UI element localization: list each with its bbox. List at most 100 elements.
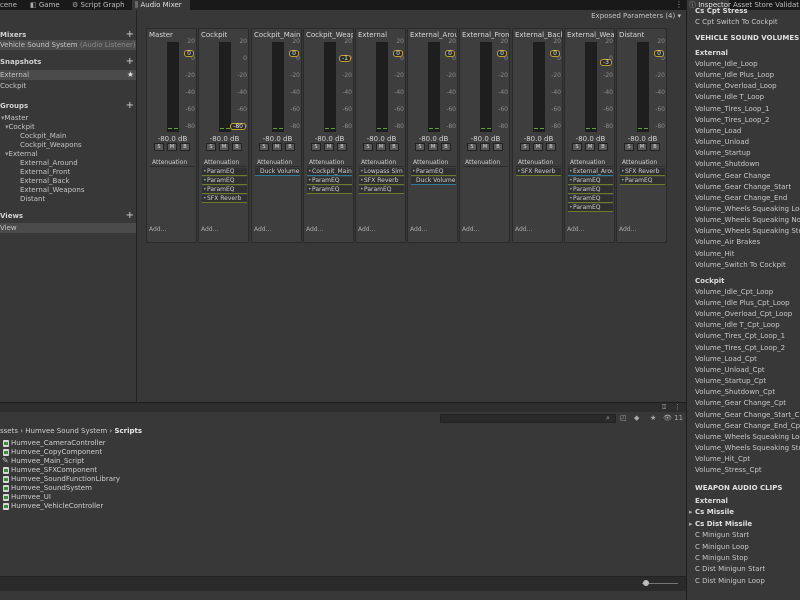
volume-field[interactable]: Volume_Gear Change — [695, 171, 770, 182]
mute-button[interactable]: M — [376, 143, 386, 151]
effect-slot[interactable]: Attenuation — [568, 159, 613, 167]
volume-fader[interactable]: 0 — [550, 50, 560, 57]
add-effect-button[interactable]: Add... — [410, 226, 427, 233]
tab-game[interactable]: ◧ Game — [30, 0, 66, 10]
add-effect-button[interactable]: Add... — [358, 226, 375, 233]
file-item[interactable]: Humvee_CopyComponent — [3, 448, 102, 457]
bypass-button[interactable]: B — [232, 143, 242, 151]
bypass-button[interactable]: B — [337, 143, 347, 151]
effect-slot[interactable]: Attenuation — [411, 159, 456, 167]
mute-button[interactable]: M — [637, 143, 647, 151]
volume-field[interactable]: Volume_Switch To Cockpit — [695, 260, 786, 271]
volume-field[interactable]: Volume_Gear Change_Cpt — [695, 398, 786, 409]
add-effect-button[interactable]: Add... — [515, 226, 532, 233]
tab-scene[interactable]: cene — [0, 0, 26, 10]
tab-audio-mixer[interactable]: ⫼ Audio Mixer — [132, 0, 190, 10]
audio-clip-field[interactable]: C Cpt Switch To Cockpit — [695, 17, 778, 28]
volume-fader[interactable]: 0 — [654, 50, 664, 57]
effect-slot[interactable]: SFX Reverb — [516, 168, 561, 176]
add-effect-button[interactable]: Add... — [462, 226, 479, 233]
foldout-item[interactable]: ▸ Cs Missile — [689, 507, 734, 518]
favorite-star-icon[interactable]: ★ — [650, 414, 656, 422]
add-snapshot-icon[interactable]: + — [126, 57, 134, 67]
effect-slot[interactable]: External_Arou — [568, 168, 613, 176]
effect-slot[interactable]: Lowpass Sim — [359, 168, 404, 176]
effect-slot[interactable]: SFX Reverb — [620, 168, 665, 176]
effect-slot[interactable]: Attenuation — [202, 159, 247, 167]
volume-field[interactable]: Volume_Wheels Squeaking Loop_C — [695, 432, 800, 443]
breadcrumb-item[interactable]: Humvee Sound System — [25, 427, 107, 435]
solo-button[interactable]: S — [154, 143, 164, 151]
add-effect-button[interactable]: Add... — [619, 226, 636, 233]
effect-slot[interactable]: ParamEQ — [307, 186, 352, 194]
file-item[interactable]: Humvee_VehicleController — [3, 502, 103, 511]
bypass-button[interactable]: B — [180, 143, 190, 151]
file-item[interactable]: Humvee_CameraController — [3, 439, 106, 448]
volume-field[interactable]: Volume_Gear Change_Start — [695, 182, 791, 193]
foldout-item[interactable]: ▸ Cs Dist Missile — [689, 519, 752, 530]
mixer-item[interactable]: Vehicle Sound System (Audio Listener) - … — [0, 40, 136, 50]
effect-slot[interactable]: ParamEQ — [568, 204, 613, 212]
effect-slot[interactable]: SFX Reverb — [202, 195, 247, 203]
project-search-input[interactable] — [440, 414, 616, 423]
effect-slot[interactable]: Attenuation — [255, 159, 300, 167]
view-item[interactable]: View — [0, 223, 136, 233]
effect-slot[interactable]: ParamEQ — [411, 168, 456, 176]
mute-button[interactable]: M — [219, 143, 229, 151]
mute-button[interactable]: M — [272, 143, 282, 151]
zoom-slider-handle[interactable] — [643, 580, 649, 586]
effect-slot[interactable]: Duck Volume — [411, 177, 456, 185]
effect-slot[interactable]: Cockpit_Main — [307, 168, 352, 176]
volume-field[interactable]: Volume_Idle T_Loop — [695, 92, 764, 103]
volume-fader[interactable]: -3 — [600, 59, 612, 66]
add-mixer-icon[interactable]: + — [126, 30, 134, 40]
file-item[interactable]: Humvee_SoundFunctionLibrary — [3, 475, 120, 484]
volume-field[interactable]: Volume_Gear Change_Start_Cpt — [695, 410, 800, 421]
effect-slot[interactable]: ParamEQ — [202, 168, 247, 176]
volume-field[interactable]: Volume_Tires_Loop_2 — [695, 115, 769, 126]
volume-field[interactable]: Volume_Wheels Squeaking Stop — [695, 226, 800, 237]
foldout-arrow-icon[interactable]: ▸ — [689, 519, 693, 530]
effect-slot[interactable]: SFX Reverb — [359, 177, 404, 185]
volume-field[interactable]: Volume_Unload_Cpt — [695, 365, 765, 376]
audio-clip-field[interactable]: C Dist Minigun Loop — [695, 576, 765, 587]
effect-slot[interactable]: Attenuation — [359, 159, 404, 167]
effect-slot[interactable]: ParamEQ — [568, 177, 613, 185]
volume-field[interactable]: Volume_Load — [695, 126, 741, 137]
volume-field[interactable]: Volume_Idle T_Cpt_Loop — [695, 320, 780, 331]
volume-field[interactable]: Volume_Shutdown_Cpt — [695, 387, 775, 398]
mute-button[interactable]: M — [324, 143, 334, 151]
file-item[interactable]: Humvee_SoundSystem — [3, 484, 92, 493]
solo-button[interactable]: S — [259, 143, 269, 151]
breadcrumb-current[interactable]: Scripts — [114, 427, 142, 435]
effect-slot[interactable]: ParamEQ — [620, 177, 665, 185]
volume-field[interactable]: Volume_Hit — [695, 249, 735, 260]
solo-button[interactable]: S — [572, 143, 582, 151]
volume-field[interactable]: Volume_Gear Change_End_Cpt — [695, 421, 800, 432]
volume-fader[interactable]: 0 — [184, 50, 194, 57]
add-effect-button[interactable]: Add... — [567, 226, 584, 233]
effect-slot[interactable]: Attenuation — [620, 159, 665, 167]
volume-field[interactable]: Volume_Hit_Cpt — [695, 454, 750, 465]
volume-field[interactable]: Volume_Tires_Cpt_Loop_2 — [695, 343, 785, 354]
audio-clip-field[interactable]: C Dist Minigun Start — [695, 564, 765, 575]
volume-field[interactable]: Volume_Air Brakes — [695, 237, 760, 248]
volume-fader[interactable]: 0 — [497, 50, 507, 57]
hidden-packages-toggle[interactable]: 👁 11 — [663, 414, 683, 422]
exposed-parameters-dropdown[interactable]: Exposed Parameters (4) ▾ — [591, 12, 681, 20]
file-item[interactable]: Humvee_SFXComponent — [3, 466, 97, 475]
solo-button[interactable]: S — [467, 143, 477, 151]
mute-button[interactable]: M — [585, 143, 595, 151]
add-group-icon[interactable]: + — [126, 101, 134, 111]
mute-button[interactable]: M — [533, 143, 543, 151]
mute-button[interactable]: M — [428, 143, 438, 151]
solo-button[interactable]: S — [520, 143, 530, 151]
volume-field[interactable]: Volume_Idle Plus_Cpt_Loop — [695, 298, 790, 309]
effect-slot[interactable]: ParamEQ — [202, 186, 247, 194]
mute-button[interactable]: M — [167, 143, 177, 151]
volume-field[interactable]: Volume_Wheels Squeaking Stop_Cp — [695, 443, 800, 454]
effect-slot[interactable]: ParamEQ — [202, 177, 247, 185]
volume-field[interactable]: Volume_Overload_Loop — [695, 81, 777, 92]
volume-field[interactable]: Volume_Idle_Cpt_Loop — [695, 287, 773, 298]
add-effect-button[interactable]: Add... — [306, 226, 323, 233]
